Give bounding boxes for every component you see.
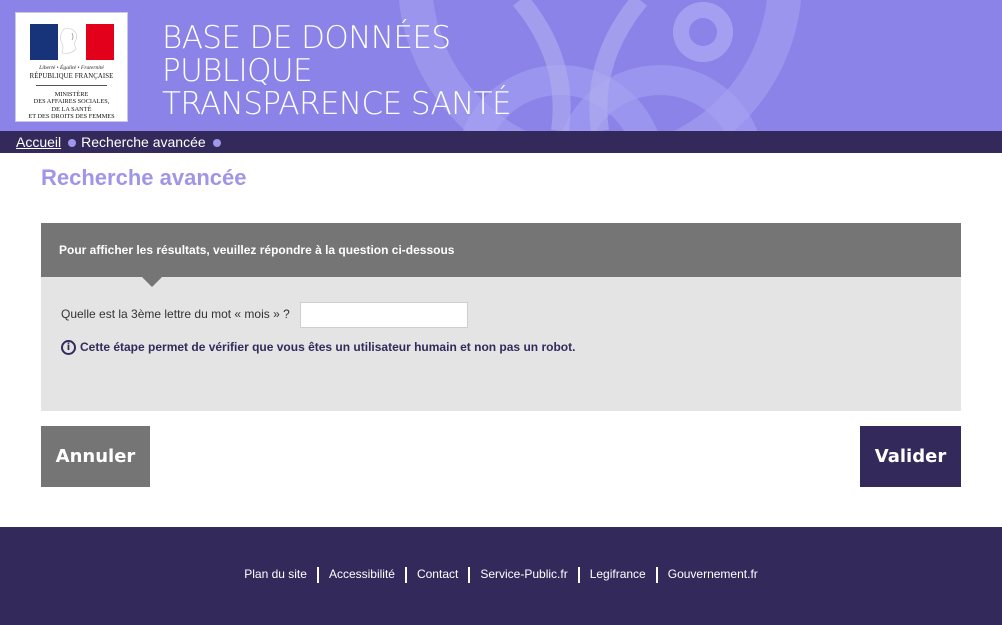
logo-divider [36, 85, 107, 86]
footer-link-contact[interactable]: Contact [417, 567, 458, 581]
footer-separator [577, 567, 580, 583]
site-title-line: BASE DE DONNÉES [162, 20, 451, 56]
submit-button[interactable]: Valider [860, 426, 961, 487]
info-icon: i [61, 340, 76, 356]
captcha-answer-input[interactable] [300, 302, 468, 328]
footer-link-accessibility[interactable]: Accessibilité [329, 567, 395, 581]
logo-ministry-line: DES AFFAIRES SOCIALES, [33, 98, 110, 106]
breadcrumb-home-link[interactable]: Accueil [16, 134, 61, 150]
logo-motto: Liberté • Égalité • Fraternité [39, 65, 104, 71]
logo-ministry-line: ET DES DROITS DES FEMMES [28, 112, 115, 120]
logo-ministry-line: MINISTÈRE [54, 91, 89, 98]
captcha-instruction: Pour afficher les résultats, veuillez ré… [41, 223, 961, 277]
breadcrumb-current: Recherche avancée [81, 134, 206, 150]
footer-link-service-public[interactable]: Service-Public.fr [480, 567, 567, 581]
logo-ministry: MINISTÈRE DES AFFAIRES SOCIALES, DE LA S… [20, 91, 123, 120]
breadcrumb-end-icon [212, 138, 221, 147]
site-header: Liberté • Égalité • Fraternité RÉPUBLIQU… [0, 0, 1002, 131]
site-title-line: TRANSPARENCE SANTÉ [162, 86, 512, 122]
footer-link-legifrance[interactable]: Legifrance [590, 567, 646, 581]
site-footer: Plan du site Accessibilité Contact Service-… [0, 527, 1002, 625]
marianne-icon [60, 28, 77, 54]
cancel-button[interactable]: Annuler [41, 426, 150, 487]
captcha-question: Quelle est la 3ème lettre du mot « mois … [61, 307, 290, 321]
captcha-info: i Cette étape permet de vérifier que vous… [61, 340, 576, 356]
ministry-logo[interactable]: Liberté • Égalité • Fraternité RÉPUBLIQU… [15, 12, 128, 122]
captcha-info-text: Cette étape permet de vérifier que vous … [80, 340, 576, 354]
breadcrumb-separator-icon [68, 138, 77, 147]
footer-separator [404, 567, 407, 583]
footer-links: Plan du site Accessibilité Contact Service-… [0, 567, 1002, 583]
site-title-line: PUBLIQUE [162, 53, 313, 89]
site-title[interactable]: BASE DE DONNÉES PUBLIQUE TRANSPARENCE SA… [162, 20, 512, 122]
panel-pointer-icon [142, 277, 162, 287]
logo-republic: RÉPUBLIQUE FRANÇAISE [29, 73, 114, 80]
footer-separator [655, 567, 658, 583]
breadcrumb: Accueil Recherche avancée [0, 131, 1002, 153]
footer-separator [468, 567, 471, 583]
footer-separator [316, 567, 319, 583]
footer-link-sitemap[interactable]: Plan du site [244, 567, 307, 581]
page-title: Recherche avancée [41, 165, 247, 190]
logo-ministry-line: DE LA SANTÉ [51, 105, 92, 113]
footer-link-gouvernement[interactable]: Gouvernement.fr [668, 567, 758, 581]
